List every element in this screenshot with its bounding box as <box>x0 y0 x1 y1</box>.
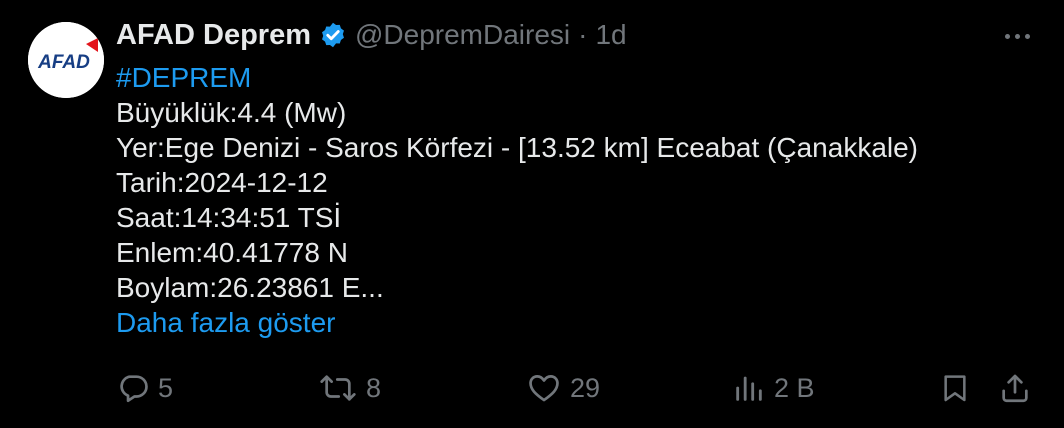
tweet-line: Saat:14:34:51 TSİ <box>116 202 342 233</box>
bookmark-button[interactable] <box>939 364 971 412</box>
tweet-card[interactable]: AFAD AFAD Deprem @DepremDairesi · 1d #DE… <box>0 0 1064 428</box>
handle[interactable]: @DepremDairesi <box>355 19 570 51</box>
repost-button[interactable]: 8 <box>318 364 381 412</box>
action-bar: 5 8 29 2 B <box>112 364 1040 412</box>
more-options-icon[interactable] <box>1000 22 1034 50</box>
tweet-line: Tarih:2024-12-12 <box>116 167 328 198</box>
views-count: 2 B <box>774 372 815 403</box>
avatar[interactable]: AFAD <box>28 22 104 98</box>
afad-logo-icon: AFAD <box>28 22 104 98</box>
heart-icon <box>529 375 559 402</box>
reply-button[interactable]: 5 <box>116 364 173 412</box>
more-dot <box>1004 33 1010 39</box>
tweet-line: Yer:Ege Denizi - Saros Körfezi - [13.52 … <box>116 132 919 163</box>
like-button[interactable]: 29 <box>526 364 600 412</box>
tweet-header: AFAD Deprem @DepremDairesi · 1d <box>116 14 627 56</box>
hashtag-link[interactable]: #DEPREM <box>116 62 251 93</box>
tweet-text: #DEPREM Büyüklük:4.4 (Mw) Yer:Ege Denizi… <box>116 60 1056 340</box>
tweet-line: Büyüklük:4.4 (Mw) <box>116 97 347 128</box>
timestamp[interactable]: 1d <box>595 19 626 51</box>
views-chart-icon <box>736 376 762 401</box>
share-button[interactable] <box>998 364 1032 412</box>
more-dot <box>1024 33 1030 39</box>
verified-badge-icon <box>322 22 344 48</box>
display-name[interactable]: AFAD Deprem <box>116 19 311 52</box>
tweet-line: Enlem:40.41778 N <box>116 237 348 268</box>
share-icon <box>1002 374 1028 403</box>
views-button[interactable]: 2 B <box>732 364 815 412</box>
reply-count: 5 <box>158 372 174 403</box>
bookmark-icon <box>944 375 966 402</box>
tweet-line: Boylam:26.23861 E... <box>116 272 384 303</box>
repost-count: 8 <box>366 372 382 403</box>
more-dot <box>1014 33 1020 39</box>
like-count: 29 <box>570 372 601 403</box>
reply-icon <box>120 375 148 403</box>
repost-icon <box>320 375 356 401</box>
show-more-link[interactable]: Daha fazla göster <box>116 307 335 338</box>
avatar-logo-text: AFAD <box>37 52 90 73</box>
separator-dot: · <box>578 19 588 50</box>
